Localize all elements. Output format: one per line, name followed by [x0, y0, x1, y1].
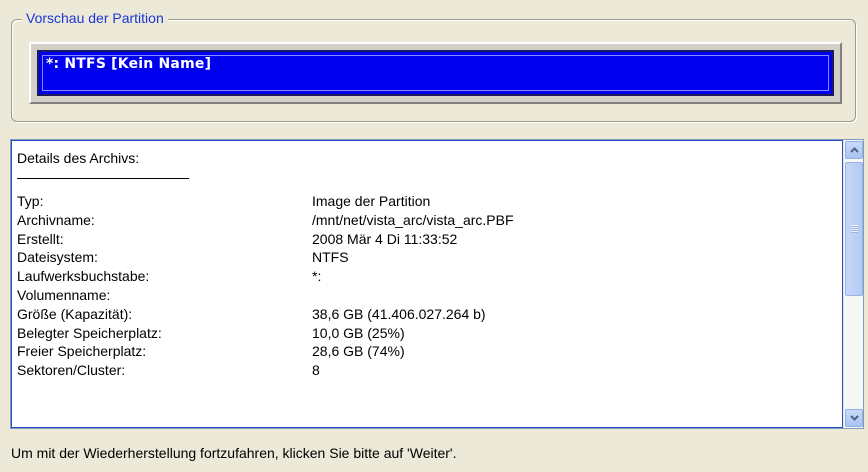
detail-value: /mnt/net/vista_arc/vista_arc.PBF [312, 211, 514, 228]
scrollbar-thumb[interactable] [845, 162, 863, 296]
detail-label: Typ: [17, 193, 44, 209]
status-instruction-text: Um mit der Wiederherstellung fortzufahre… [11, 445, 457, 461]
chevron-down-icon [849, 415, 859, 421]
details-title-underline [17, 178, 189, 179]
partition-label: *: NTFS [Kein Name] [46, 56, 212, 72]
detail-value: 10,0 GB (25%) [312, 324, 405, 341]
partition-bar[interactable]: *: NTFS [Kein Name] [37, 50, 834, 96]
chevron-up-icon [849, 147, 859, 153]
detail-value: 2008 Mär 4 Di 11:33:52 [312, 230, 458, 247]
vertical-scrollbar[interactable] [843, 140, 863, 428]
detail-label: Belegter Speicherplatz: [17, 324, 162, 341]
detail-label: Volumenname: [17, 286, 111, 303]
partition-map: *: NTFS [Kein Name] [29, 42, 842, 104]
detail-label: Archivname: [17, 211, 95, 228]
detail-label: Größe (Kapazität): [17, 305, 133, 322]
detail-value: 28,6 GB (74%) [312, 343, 405, 360]
detail-value: *: [312, 268, 322, 285]
archive-details-listbox[interactable]: Details des Archivs: Typ: Image der Part… [10, 139, 864, 429]
detail-value: 8 [312, 362, 320, 379]
scrollbar-grip-icon [851, 225, 858, 233]
scroll-down-button[interactable] [845, 409, 863, 427]
preview-group-legend: Vorschau der Partition [22, 10, 168, 26]
detail-label: Dateisystem: [17, 249, 98, 266]
detail-label: Sektoren/Cluster: [17, 362, 126, 379]
detail-value: 38,6 GB (41.406.027.264 b) [312, 305, 486, 322]
scroll-up-button[interactable] [845, 141, 863, 159]
detail-label: Erstellt: [17, 230, 64, 247]
detail-value: Image der Partition [312, 193, 431, 209]
archive-details-content: Details des Archivs: Typ: Image der Part… [11, 140, 843, 428]
detail-label: Laufwerksbuchstabe: [17, 268, 150, 285]
details-title: Details des Archivs: [17, 150, 140, 166]
partition-preview-group: *: NTFS [Kein Name] [11, 19, 856, 122]
detail-value: NTFS [312, 249, 349, 266]
detail-label: Freier Speicherplatz: [17, 343, 147, 360]
